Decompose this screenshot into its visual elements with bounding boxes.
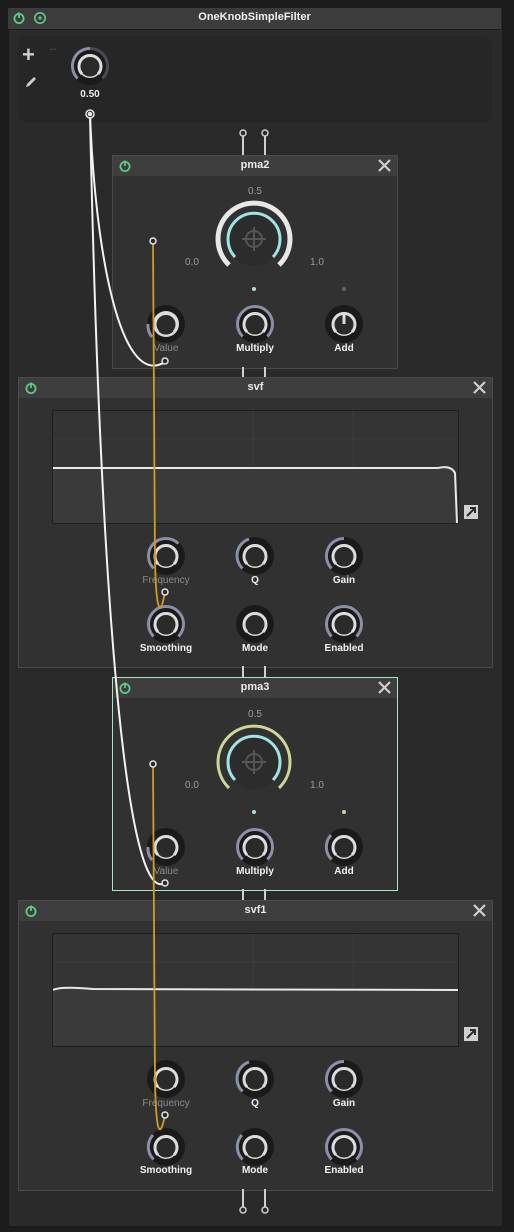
- svf-q-knob[interactable]: [233, 534, 277, 578]
- pma2-main-knob[interactable]: [214, 199, 294, 279]
- svf-gain-knob[interactable]: [322, 534, 366, 578]
- pma2-indicator: [252, 287, 256, 291]
- pma3-add-indicator: [342, 810, 346, 814]
- svf1-gain-label: Gain: [332, 1098, 356, 1109]
- macro-knob[interactable]: [68, 44, 112, 88]
- pma3-min-label: 0.0: [185, 780, 199, 791]
- plus-icon[interactable]: +: [22, 44, 35, 66]
- pma2-multiply-label: Multiply: [236, 343, 274, 354]
- pma3-main-knob[interactable]: [214, 722, 294, 802]
- pencil-icon[interactable]: [24, 75, 38, 89]
- pma2-value-knob[interactable]: [144, 302, 188, 346]
- pma3-titlebar: pma3: [113, 678, 397, 698]
- pma2-max-label: 1.0: [310, 257, 324, 268]
- pma2-title: pma2: [240, 159, 270, 171]
- pma2-min-label: 0.0: [185, 257, 199, 268]
- pma2-add-knob[interactable]: [322, 302, 366, 346]
- svf1-q-knob[interactable]: [233, 1057, 277, 1101]
- svf1-response-graph[interactable]: [52, 933, 459, 1047]
- svf-q-label: Q: [251, 575, 259, 586]
- svf1-mode-knob[interactable]: [233, 1125, 277, 1169]
- pma2-add-label: Add: [334, 343, 354, 354]
- pma2-center-value: 0.5: [248, 186, 262, 197]
- window-titlebar: OneKnobSimpleFilter: [8, 8, 501, 30]
- svf-frequency-label: Frequency: [142, 575, 190, 586]
- pma3-value-knob[interactable]: [144, 825, 188, 869]
- expand-icon[interactable]: [463, 504, 479, 520]
- window-title: OneKnobSimpleFilter: [198, 11, 311, 23]
- pma3-multiply-knob[interactable]: [233, 825, 277, 869]
- pma2-titlebar: pma2: [113, 156, 397, 176]
- pma3-indicator: [252, 810, 256, 814]
- svf1-smoothing-knob[interactable]: [144, 1125, 188, 1169]
- svf1-frequency-label: Frequency: [142, 1098, 190, 1109]
- close-icon[interactable]: [376, 157, 393, 174]
- svf-titlebar: svf: [19, 378, 492, 398]
- svf1-title: svf1: [244, 904, 267, 916]
- svf1-frequency-knob[interactable]: [144, 1057, 188, 1101]
- pma3-title: pma3: [240, 681, 270, 693]
- pma3-add-knob[interactable]: [322, 825, 366, 869]
- svf1-gain-knob[interactable]: [322, 1057, 366, 1101]
- svf1-titlebar: svf1: [19, 901, 492, 921]
- svf1-enabled-label: Enabled: [324, 1165, 364, 1176]
- pma3-max-label: 1.0: [310, 780, 324, 791]
- close-icon[interactable]: [376, 679, 393, 696]
- svf1-mode-label: Mode: [241, 1165, 269, 1176]
- pma3-multiply-label: Multiply: [236, 866, 274, 877]
- svf-response-graph[interactable]: [52, 410, 459, 524]
- pma3-value-label: Value: [153, 866, 179, 877]
- macro-value: 0.50: [80, 89, 100, 100]
- pma2-add-indicator: [342, 287, 346, 291]
- svf1-enabled-knob[interactable]: [322, 1125, 366, 1169]
- svf-mode-knob[interactable]: [233, 602, 277, 646]
- arrows-icon[interactable]: ↔: [48, 43, 58, 54]
- pma3-add-label: Add: [334, 866, 354, 877]
- pma2-multiply-knob[interactable]: [233, 302, 277, 346]
- pma2-value-label: Value: [153, 343, 179, 354]
- svf-title: svf: [247, 381, 264, 393]
- pma3-center-value: 0.5: [248, 709, 262, 720]
- svf-frequency-knob[interactable]: [144, 534, 188, 578]
- svf-enabled-knob[interactable]: [322, 602, 366, 646]
- close-icon[interactable]: [471, 902, 488, 919]
- expand-icon[interactable]: [463, 1026, 479, 1042]
- svf1-q-label: Q: [251, 1098, 259, 1109]
- svf-smoothing-label: Smoothing: [139, 643, 193, 654]
- svf-enabled-label: Enabled: [324, 643, 364, 654]
- close-icon[interactable]: [471, 379, 488, 396]
- svf-mode-label: Mode: [241, 643, 269, 654]
- svf-smoothing-knob[interactable]: [144, 602, 188, 646]
- svf-gain-label: Gain: [332, 575, 356, 586]
- svf1-smoothing-label: Smoothing: [139, 1165, 193, 1176]
